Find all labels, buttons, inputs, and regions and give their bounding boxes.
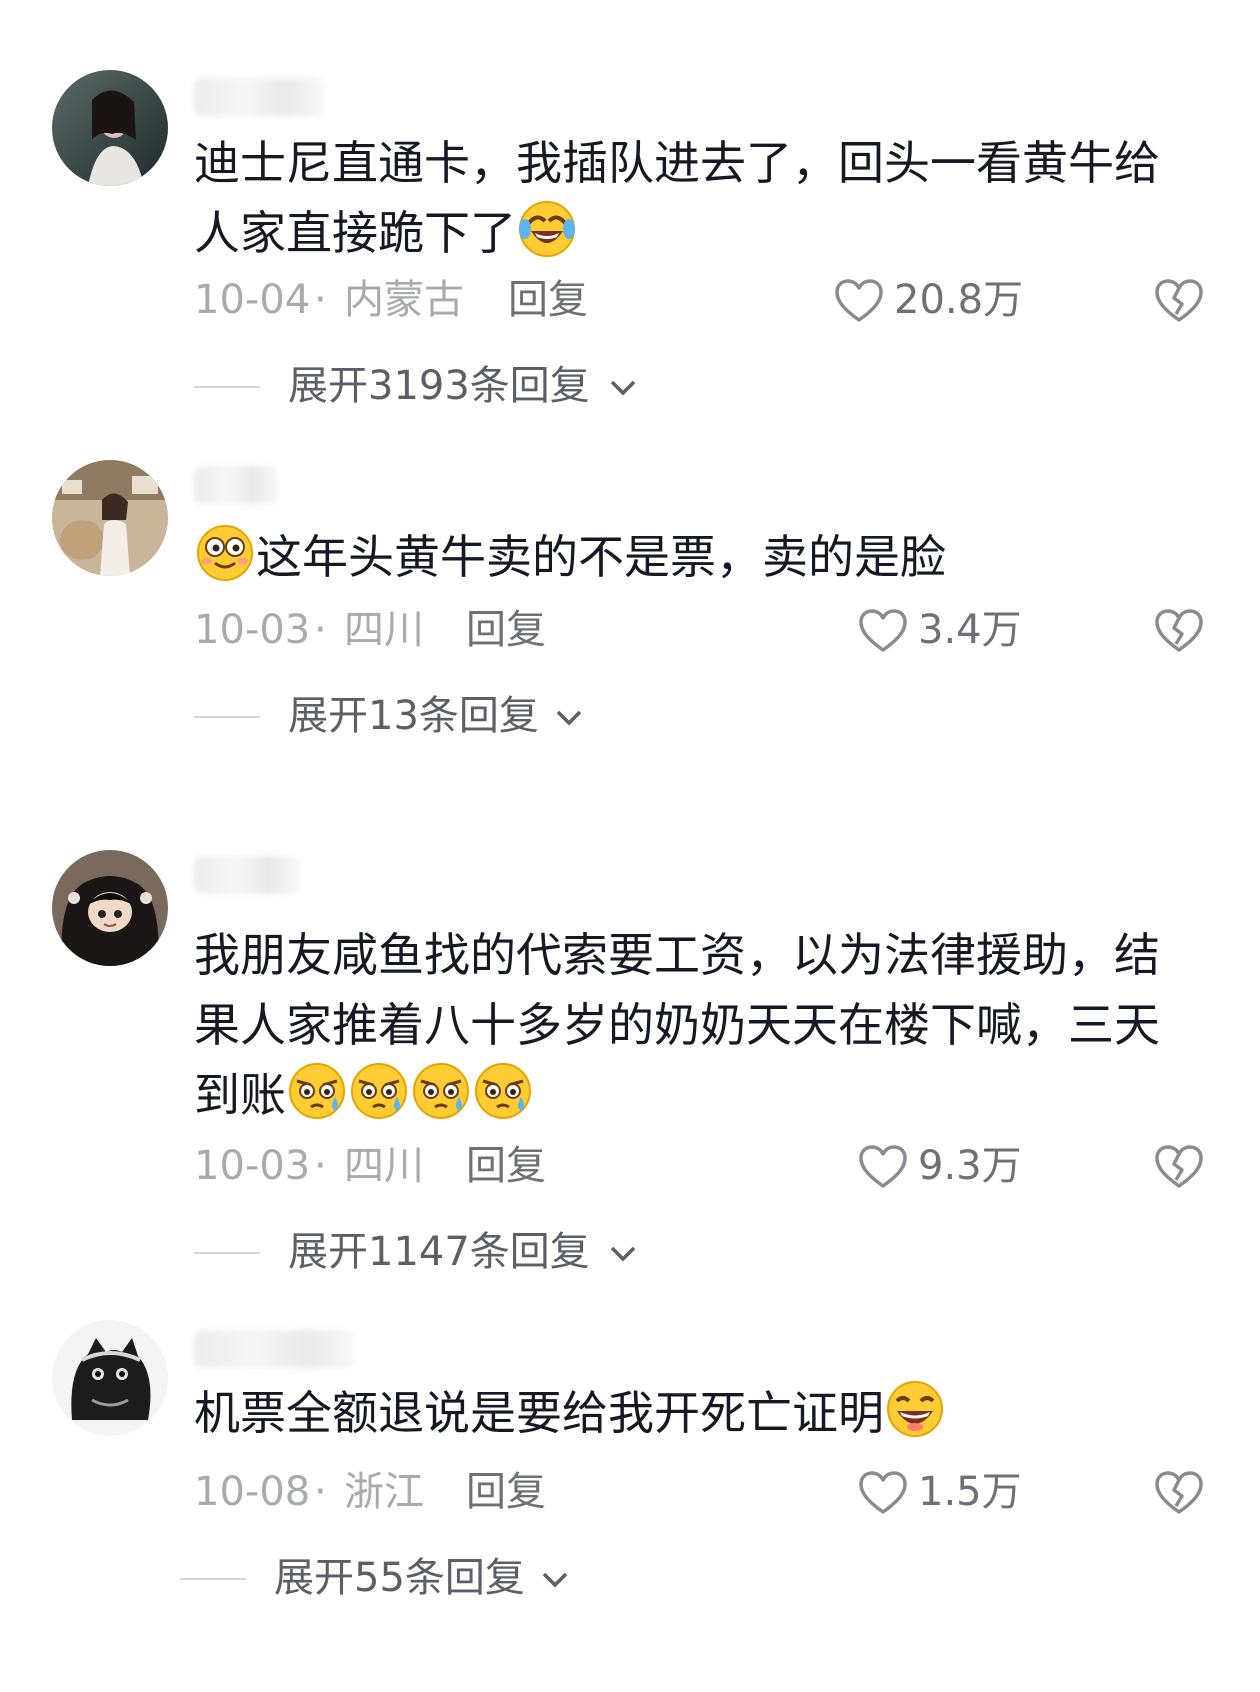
separator: · [314, 1143, 327, 1189]
heart-icon [859, 1471, 907, 1514]
divider [180, 1578, 246, 1580]
expand-label: 展开1147条回复 [288, 1229, 590, 1275]
dislike-button[interactable] [1154, 1144, 1204, 1190]
broken-heart-icon [1155, 1471, 1203, 1514]
like-count: 20.8万 [894, 277, 1024, 323]
comment-location: 四川 [344, 1143, 424, 1189]
avatar[interactable] [52, 850, 168, 966]
broken-heart-icon [1155, 1145, 1203, 1188]
comment-date: 10-03 [194, 607, 311, 653]
comment-location: 四川 [344, 607, 424, 653]
comment-meta: 10-03 · 四川 回复 9.3万 [194, 1136, 1204, 1196]
chevron-down-icon [538, 1562, 572, 1596]
comment-text: 我朋友咸鱼找的代索要工资，以为法律援助，结果人家推着八十多岁的奶奶天天在楼下喊，… [194, 920, 1204, 1130]
expand-label: 展开13条回复 [288, 693, 539, 739]
dislike-button[interactable] [1154, 608, 1204, 654]
broken-heart-icon [1155, 279, 1203, 322]
comment-text: 迪士尼直通卡，我插队进去了，回头一看黄牛给人家直接跪下了 [194, 128, 1204, 268]
like-count: 1.5万 [918, 1469, 1022, 1515]
comment-meta: 10-04 · 内蒙古 回复 20.8万 [194, 270, 1204, 330]
username[interactable]: user [194, 1330, 354, 1368]
separator: · [314, 277, 327, 323]
divider [194, 1252, 260, 1254]
chevron-down-icon [552, 700, 586, 734]
comment-text: 机票全额退说是要给我开死亡证明 [194, 1378, 1204, 1448]
teary-eyed-emoji [473, 1061, 533, 1121]
divider [194, 716, 260, 718]
crying-laughing-emoji [517, 199, 577, 259]
teary-eyed-emoji [287, 1061, 347, 1121]
dislike-button[interactable] [1154, 1470, 1204, 1516]
comment-meta: 10-08 · 浙江 回复 1.5万 [194, 1462, 1204, 1522]
avatar[interactable] [52, 460, 168, 576]
comment-body: 机票全额退说是要给我开死亡证明 [194, 1386, 884, 1440]
heart-icon [859, 609, 907, 652]
comment-meta: 10-03 · 四川 回复 3.4万 [194, 600, 1204, 660]
dislike-button[interactable] [1154, 278, 1204, 324]
comment-feed: user 迪士尼直通卡，我插队进去了，回头一看黄牛给人家直接跪下了 10-04 … [0, 0, 1260, 1692]
comment-date: 10-08 [194, 1469, 311, 1515]
grinning-emoji [885, 1379, 945, 1439]
comment-date: 10-04 [194, 277, 311, 323]
flushed-smile-emoji [195, 523, 255, 583]
reply-button[interactable]: 回复 [466, 1462, 546, 1522]
separator: · [314, 1469, 327, 1515]
comment-location: 内蒙古 [344, 277, 464, 323]
comment-item: user 这年头黄牛卖的不是票，卖的是脸 10-03 · 四川 回复 3.4万 … [0, 460, 1260, 760]
comment-text: 这年头黄牛卖的不是票，卖的是脸 [194, 522, 1204, 592]
like-count: 3.4万 [918, 607, 1022, 653]
reply-button[interactable]: 回复 [508, 270, 588, 330]
separator: · [314, 607, 327, 653]
comment-body: 这年头黄牛卖的不是票，卖的是脸 [256, 530, 946, 584]
chevron-down-icon [606, 1236, 640, 1270]
divider [194, 386, 260, 388]
avatar[interactable] [52, 1320, 168, 1436]
comment-date: 10-03 [194, 1143, 311, 1189]
reply-button[interactable]: 回复 [466, 600, 546, 660]
broken-heart-icon [1155, 609, 1203, 652]
reply-button[interactable]: 回复 [466, 1136, 546, 1196]
comment-item: user 我朋友咸鱼找的代索要工资，以为法律援助，结果人家推着八十多岁的奶奶天天… [0, 850, 1260, 1275]
like-count: 9.3万 [918, 1143, 1022, 1189]
teary-eyed-emoji [349, 1061, 409, 1121]
comment-body: 迪士尼直通卡，我插队进去了，回头一看黄牛给人家直接跪下了 [194, 136, 1160, 260]
username[interactable]: user [194, 856, 300, 894]
username[interactable]: user [194, 466, 278, 504]
heart-icon [859, 1145, 907, 1188]
expand-label: 展开3193条回复 [288, 363, 590, 409]
chevron-down-icon [606, 370, 640, 404]
comment-item: user 机票全额退说是要给我开死亡证明 10-08 · 浙江 回复 1.5万 … [0, 1320, 1260, 1660]
comment-location: 浙江 [344, 1469, 424, 1515]
expand-label: 展开55条回复 [274, 1555, 525, 1601]
username[interactable]: user [194, 78, 324, 116]
teary-eyed-emoji [411, 1061, 471, 1121]
heart-icon [835, 279, 883, 322]
comment-item: user 迪士尼直通卡，我插队进去了，回头一看黄牛给人家直接跪下了 10-04 … [0, 70, 1260, 430]
avatar[interactable] [52, 70, 168, 186]
